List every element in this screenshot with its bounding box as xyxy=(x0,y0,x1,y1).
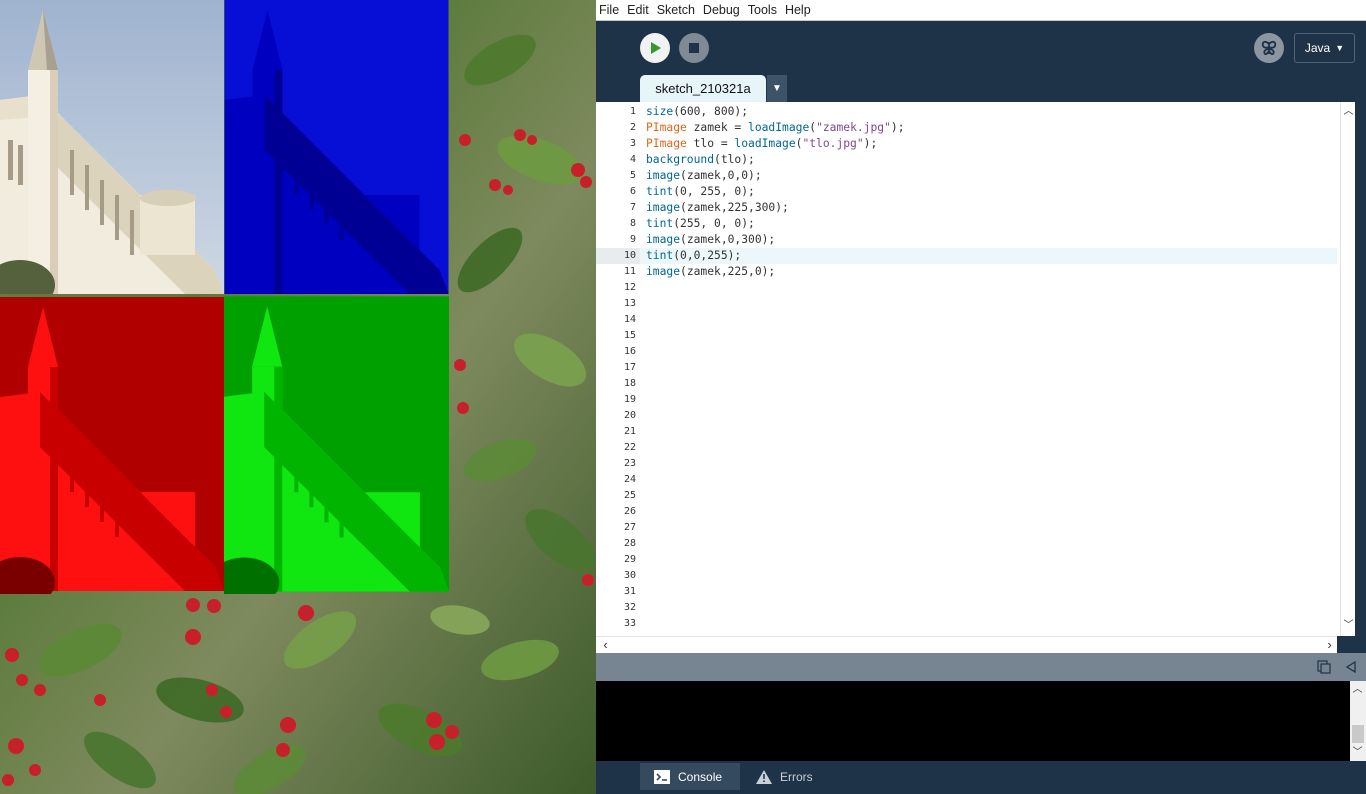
line-number: 21 xyxy=(623,426,636,437)
scroll-left-icon[interactable]: ‹ xyxy=(598,638,613,651)
debug-button[interactable] xyxy=(1254,33,1284,63)
line-number: 25 xyxy=(623,490,636,501)
tab-console[interactable]: Console xyxy=(640,763,740,790)
scroll-down-icon[interactable]: ﹀ xyxy=(1341,621,1356,631)
tab-console-label: Console xyxy=(678,769,723,784)
code-line[interactable]: PImage zamek = loadImage("zamek.jpg"); xyxy=(646,120,905,136)
tab-errors-label: Errors xyxy=(780,769,813,784)
line-number: 19 xyxy=(623,394,636,405)
editor-horizontal-scrollbar[interactable]: ‹ › xyxy=(596,636,1337,653)
code-line[interactable]: background(tlo); xyxy=(646,152,755,168)
scroll-down-icon[interactable]: ﹀ xyxy=(1350,748,1365,758)
line-number: 14 xyxy=(623,314,636,325)
editor-vertical-scrollbar[interactable]: ︿ ﹀ xyxy=(1340,102,1355,636)
processing-ide: File Edit Sketch Debug Tools Help Java ▼… xyxy=(596,0,1366,794)
tab-bar: sketch_210321a ▼ xyxy=(596,75,1366,102)
line-number: 27 xyxy=(623,522,636,533)
butterfly-icon xyxy=(1261,40,1277,56)
line-number: 16 xyxy=(623,346,636,357)
mode-selector[interactable]: Java ▼ xyxy=(1294,33,1355,63)
tab-menu-button[interactable]: ▼ xyxy=(767,75,787,102)
console-output xyxy=(596,681,1350,761)
menu-tools[interactable]: Tools xyxy=(744,0,781,21)
line-number: 13 xyxy=(623,298,636,309)
line-number: 33 xyxy=(623,618,636,629)
line-number: 5 xyxy=(629,170,636,181)
line-number: 22 xyxy=(623,442,636,453)
console-header xyxy=(596,653,1366,681)
code-line[interactable]: PImage tlo = loadImage("tlo.jpg"); xyxy=(646,136,877,152)
console-scrollbar[interactable]: ︿ ﹀ xyxy=(1350,681,1366,761)
menu-file[interactable]: File xyxy=(596,0,623,21)
copy-icon[interactable] xyxy=(1317,660,1331,674)
line-number: 6 xyxy=(629,186,636,197)
line-number: 7 xyxy=(629,202,636,213)
code-text-area[interactable]: size(600, 800); PImage zamek = loadImage(… xyxy=(640,102,1337,636)
line-number: 10 xyxy=(596,248,640,264)
castle-image-blue-tint xyxy=(224,0,449,294)
line-number: 3 xyxy=(629,138,636,149)
console-tab-bar: Console Errors xyxy=(596,761,1366,794)
scroll-up-icon[interactable]: ︿ xyxy=(1350,685,1365,695)
line-number: 23 xyxy=(623,458,636,469)
caret-down-icon: ▼ xyxy=(772,83,782,94)
code-editor[interactable]: 1 2 3 4 5 6 7 8 9 10 11 12 13 14 15 16 17 18 19 20 21 22 23 24 2… xyxy=(596,102,1355,636)
code-line[interactable]: tint(255, 0, 0); xyxy=(646,216,755,232)
line-number: 28 xyxy=(623,538,636,549)
code-line[interactable]: image(zamek,225,0); xyxy=(646,264,775,280)
code-line[interactable]: image(zamek,0,0); xyxy=(646,168,762,184)
sketch-output-window xyxy=(0,0,596,794)
line-number: 30 xyxy=(623,570,636,581)
line-number: 18 xyxy=(623,378,636,389)
line-number: 26 xyxy=(623,506,636,517)
code-line[interactable]: size(600, 800); xyxy=(646,104,748,120)
line-number: 4 xyxy=(629,154,636,165)
stop-button[interactable] xyxy=(679,33,709,63)
menu-bar: File Edit Sketch Debug Tools Help xyxy=(596,0,1366,21)
code-line[interactable]: image(zamek,225,300); xyxy=(646,200,789,216)
tab-errors[interactable]: Errors xyxy=(742,763,832,790)
line-number: 20 xyxy=(623,410,636,421)
line-number: 15 xyxy=(623,330,636,341)
scrollbar-thumb[interactable] xyxy=(1352,725,1364,743)
line-number: 31 xyxy=(623,586,636,597)
terminal-icon xyxy=(654,769,670,784)
menu-edit[interactable]: Edit xyxy=(623,0,653,21)
line-number: 11 xyxy=(623,266,636,277)
line-number: 12 xyxy=(623,282,636,293)
stop-icon xyxy=(689,43,699,53)
warning-icon xyxy=(756,769,772,784)
scroll-up-icon[interactable]: ︿ xyxy=(1341,107,1356,117)
line-number: 9 xyxy=(629,234,636,245)
toolbar: Java ▼ xyxy=(596,21,1366,75)
sketch-canvas xyxy=(0,0,596,794)
tab-sketch[interactable]: sketch_210321a xyxy=(640,75,766,102)
collapse-console-icon[interactable] xyxy=(1345,661,1357,673)
current-line-highlight xyxy=(640,248,1337,264)
mode-label: Java xyxy=(1304,41,1331,55)
castle-image-green-tint xyxy=(224,296,449,594)
line-number: 1 xyxy=(629,106,636,117)
line-number: 24 xyxy=(623,474,636,485)
play-icon xyxy=(651,42,661,54)
code-line[interactable]: image(zamek,0,300); xyxy=(646,232,775,248)
castle-image-original xyxy=(0,0,224,294)
menu-sketch[interactable]: Sketch xyxy=(653,0,699,21)
line-number: 29 xyxy=(623,554,636,565)
line-number: 2 xyxy=(629,122,636,133)
run-button[interactable] xyxy=(640,33,670,63)
line-number: 8 xyxy=(629,218,636,229)
line-number: 17 xyxy=(623,362,636,373)
code-line[interactable]: tint(0, 255, 0); xyxy=(646,184,755,200)
scroll-right-icon[interactable]: › xyxy=(1322,638,1337,651)
menu-help[interactable]: Help xyxy=(781,0,815,21)
castle-image-red-tint xyxy=(0,297,224,594)
line-number-gutter: 1 2 3 4 5 6 7 8 9 10 11 12 13 14 15 16 17 18 19 20 21 22 23 24 2… xyxy=(596,102,640,636)
line-number: 32 xyxy=(623,602,636,613)
menu-debug[interactable]: Debug xyxy=(699,0,744,21)
code-line[interactable]: tint(0,0,255); xyxy=(646,248,741,264)
caret-down-icon: ▼ xyxy=(1335,43,1345,53)
